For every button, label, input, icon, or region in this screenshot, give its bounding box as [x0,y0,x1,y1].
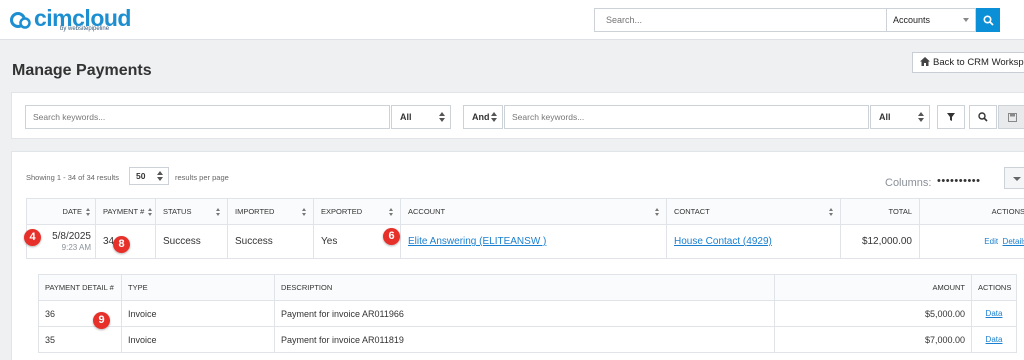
search-button[interactable] [969,105,997,129]
search-icon [982,14,994,26]
columns-toggle-dots[interactable]: •••••••••• [937,175,981,187]
detail-action-cell: Data [971,326,1017,353]
save-search-button[interactable] [998,105,1024,129]
col-payment[interactable]: PAYMENT # [95,198,156,225]
annotation-badge: 4 [24,229,41,246]
account-cell: Elite Answering (ELITEANSW ) [400,224,667,259]
page-title: Manage Payments [12,62,152,79]
payment-imported: Success [227,224,314,259]
keyword-search-input-2[interactable]: Search keywords... [504,105,869,129]
sort-icon [829,208,834,216]
detail-description: Payment for invoice AR011819 [274,326,775,353]
save-icon [1007,112,1017,122]
detail-amount: $7,000.00 [774,326,972,353]
columns-dropdown-button[interactable] [1004,167,1024,189]
annotation-badge: 8 [113,236,130,253]
contact-cell: House Contact (4929) [666,224,841,259]
updown-icon [157,171,163,181]
chevron-down-icon [1013,177,1021,181]
detail-description: Payment for invoice AR011966 [274,300,775,327]
chevron-down-icon [963,18,969,22]
search-scope-select[interactable]: Accounts [886,8,976,32]
back-button-label: Back to CRM Workspace [933,57,1024,68]
table-row: 36 Invoice Payment for invoice AR011966 … [38,300,1017,327]
filter-field-value-1: All [400,112,412,122]
col-type: TYPE [121,274,275,301]
col-date[interactable]: DATE [26,198,96,225]
sort-icon [148,208,153,216]
back-to-crm-button[interactable]: Back to CRM Workspace [912,52,1024,73]
col-status[interactable]: STATUS [155,198,228,225]
sort-icon [302,208,307,216]
columns-label: Columns: [885,177,932,189]
results-panel: Showing 1 - 34 of 34 results 50 results … [11,151,1024,360]
brand-tagline: by websitepipeline [60,26,110,32]
detail-header-row: PAYMENT DETAIL # TYPE DESCRIPTION AMOUNT… [38,274,1017,301]
sort-icon [216,208,221,216]
detail-type: Invoice [121,326,275,353]
detail-amount: $5,000.00 [774,300,972,327]
col-detail-actions: ACTIONS [971,274,1017,301]
updown-icon [918,112,924,122]
filter-operator-select[interactable]: And [463,105,503,129]
payment-details-table: PAYMENT DETAIL # TYPE DESCRIPTION AMOUNT… [38,274,1017,353]
account-link[interactable]: Elite Answering (ELITEANSW ) [408,236,546,247]
global-search: Accounts [594,8,1000,32]
data-link[interactable]: Data [986,309,1003,318]
table-row: 35 Invoice Payment for invoice AR011819 … [38,326,1017,353]
annotation-badge: 9 [93,312,110,329]
col-description: DESCRIPTION [274,274,775,301]
filter-field-select-1[interactable]: All [391,105,451,129]
detail-action-cell: Data [971,300,1017,327]
col-actions: ACTIONS [919,198,1024,225]
annotation-badge: 6 [383,228,400,245]
keyword-search-input-1[interactable]: Search keywords... [25,105,390,129]
detail-number: 35 [38,326,122,353]
payment-status: Success [155,224,228,259]
table-header-row: DATE PAYMENT # STATUS IMPORTED EXPORTED … [26,198,1024,225]
row-actions: Edit Details [919,224,1024,259]
payment-total: $12,000.00 [840,224,920,259]
col-exported[interactable]: EXPORTED [313,198,401,225]
top-bar: cimcloud by websitepipeline Accounts [0,0,1024,40]
edit-link[interactable]: Edit [984,237,998,246]
col-account[interactable]: ACCOUNT [400,198,667,225]
updown-icon [491,112,497,122]
filter-operator-value: And [472,112,490,122]
per-page-value: 50 [136,171,146,181]
cloud-logo-icon [10,9,32,31]
search-icon [978,112,988,122]
per-page-select[interactable]: 50 [129,167,169,185]
filter-icon [947,113,955,121]
table-row: 5/8/2025 9:23 AM 34 Success Success Yes … [26,224,1024,259]
updown-icon [439,112,445,122]
search-scope-value: Accounts [893,15,931,25]
sort-icon [389,208,394,216]
payment-date: 5/8/2025 [52,230,91,242]
details-link[interactable]: Details [1003,237,1024,246]
payments-table: DATE PAYMENT # STATUS IMPORTED EXPORTED … [26,198,1024,259]
sort-icon [86,208,91,216]
per-page-label: results per page [175,173,229,182]
filter-field-select-2[interactable]: All [870,105,930,129]
contact-link[interactable]: House Contact (4929) [674,236,772,247]
col-imported[interactable]: IMPORTED [227,198,314,225]
detail-type: Invoice [121,300,275,327]
col-amount: AMOUNT [774,274,972,301]
filter-button[interactable] [937,105,965,129]
data-link[interactable]: Data [986,335,1003,344]
sort-icon [655,208,660,216]
col-total: TOTAL [840,198,920,225]
col-contact[interactable]: CONTACT [666,198,841,225]
filter-field-value-2: All [879,112,891,122]
global-search-button[interactable] [976,8,1000,32]
payment-time: 9:23 AM [61,242,91,252]
global-search-input[interactable] [594,8,886,32]
home-icon [920,57,930,66]
results-count: Showing 1 - 34 of 34 results [26,173,119,182]
col-payment-detail: PAYMENT DETAIL # [38,274,122,301]
filter-panel: Search keywords... All And Search keywor… [11,92,1024,139]
